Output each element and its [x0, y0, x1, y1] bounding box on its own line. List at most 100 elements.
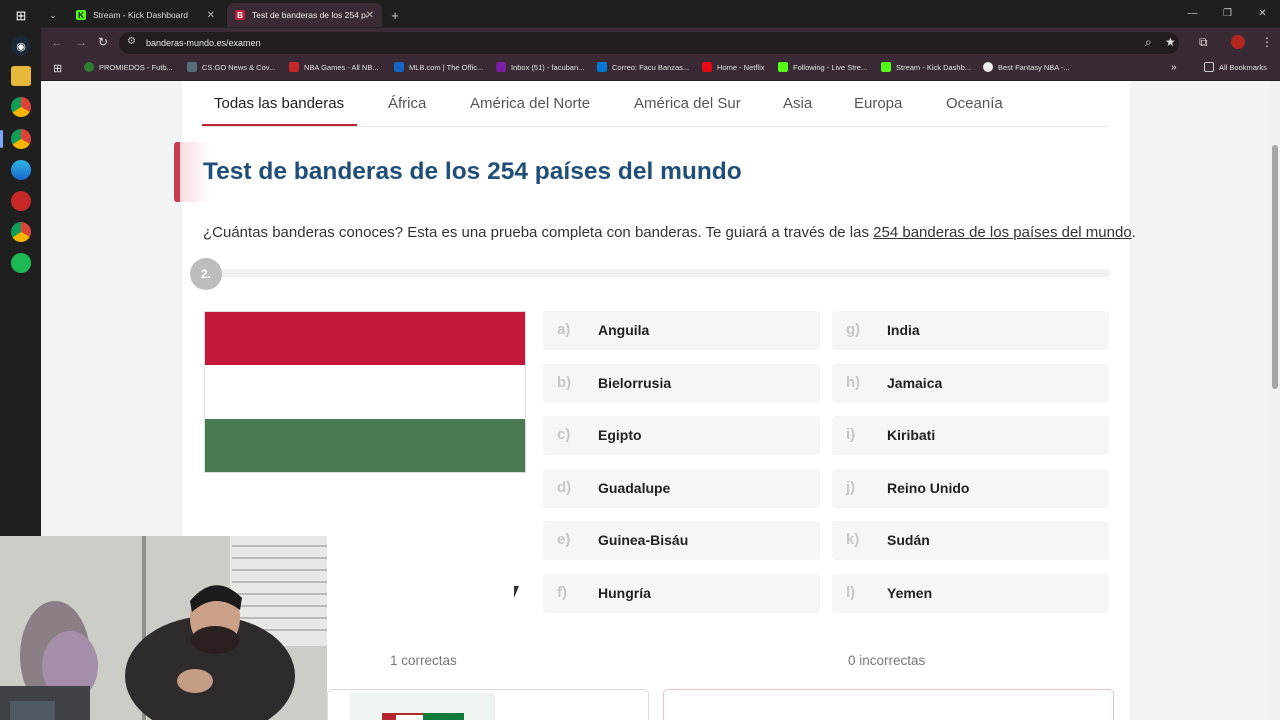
address-bar-row: ← → ↻ ⚙ banderas-mundo.es/examen ⌕ ★ ⧉ ⋮: [41, 28, 1280, 56]
option-letter: i): [846, 426, 856, 443]
tab-africa[interactable]: África: [388, 95, 426, 112]
active-app-indicator: [0, 130, 3, 148]
webcam-overlay: [0, 536, 327, 720]
new-tab-button[interactable]: +: [385, 3, 405, 27]
option-country-name: Guinea-Bisáu: [598, 532, 689, 548]
answer-option[interactable]: j) Reino Unido: [832, 468, 1109, 508]
edge-icon[interactable]: [11, 160, 31, 180]
tab-label: Test de banderas de los 254 pa: [252, 10, 367, 20]
tab-close-icon[interactable]: ✕: [366, 10, 374, 21]
all-bookmarks[interactable]: All Bookmarks: [1204, 62, 1267, 72]
omnibox[interactable]: ⚙ banderas-mundo.es/examen: [119, 32, 1179, 54]
option-letter: b): [557, 373, 572, 391]
file-explorer-icon[interactable]: [11, 66, 31, 86]
tab-america-del-norte[interactable]: América del Norte: [470, 95, 590, 112]
incorrect-answers-card: [663, 689, 1114, 720]
profile-avatar[interactable]: [1231, 35, 1245, 49]
page-scrollbar[interactable]: [1270, 81, 1280, 720]
answer-option[interactable]: d) Guadalupe: [543, 468, 820, 508]
option-letter: c): [557, 426, 571, 443]
answer-option[interactable]: a) Anguila: [543, 311, 820, 350]
tab-asia[interactable]: Asia: [783, 95, 812, 112]
option-country-name: Guadalupe: [598, 479, 671, 496]
bookmark-csgo[interactable]: CS:GO News & Cov...: [187, 62, 275, 72]
chrome-icon[interactable]: [11, 97, 31, 117]
spotify-icon[interactable]: [11, 253, 31, 273]
option-letter: l): [846, 583, 856, 601]
forward-icon[interactable]: →: [75, 35, 87, 49]
mini-flag-stripe: [382, 713, 396, 720]
bookmark-kick-dashboard[interactable]: Stream - Kick Dashb...: [881, 62, 971, 72]
chrome-active-icon[interactable]: [11, 129, 31, 149]
tab-label: Stream - Kick Dashboard: [93, 10, 188, 20]
kick-icon: [778, 62, 788, 72]
answer-option[interactable]: c) Egipto: [543, 416, 820, 455]
tab-banderas-test[interactable]: B Test de banderas de los 254 pa ✕: [227, 3, 382, 27]
tab-search-button[interactable]: ⌄: [45, 3, 61, 27]
active-tab-underline: [202, 124, 357, 126]
tab-close-icon[interactable]: ✕: [207, 10, 215, 21]
zoom-icon[interactable]: ⌕: [1145, 35, 1152, 50]
outlook-icon: [597, 62, 607, 72]
intro-paragraph: ¿Cuántas banderas conoces? Esta es una p…: [203, 224, 1136, 241]
reload-icon[interactable]: ↻: [98, 35, 108, 49]
answer-option[interactable]: h) Jamaica: [832, 363, 1109, 403]
option-letter: f): [557, 583, 567, 601]
option-letter: a): [557, 321, 571, 338]
intro-end: .: [1131, 224, 1136, 241]
bookmark-netflix[interactable]: Home - Netflix: [702, 62, 765, 72]
tab-kick-dashboard[interactable]: K Stream - Kick Dashboard ✕: [68, 3, 223, 27]
flag-stripe-top: [205, 312, 525, 366]
answer-option[interactable]: f) Hungría: [543, 573, 820, 613]
mini-flag-stripe: [395, 713, 423, 720]
answer-option[interactable]: b) Bielorrusia: [543, 363, 820, 403]
site-info-icon[interactable]: ⚙: [127, 36, 136, 47]
steam-icon[interactable]: ◉: [11, 36, 31, 56]
tab-europa[interactable]: Europa: [854, 95, 902, 112]
option-country-name: Sudán: [887, 532, 930, 548]
bookmark-fantasy-nba[interactable]: Best Fantasy NBA -...: [983, 62, 1070, 72]
answer-option[interactable]: g) India: [832, 311, 1109, 350]
menu-kebab-icon[interactable]: ⋮: [1261, 35, 1273, 49]
bookmark-mlb[interactable]: MLB.com | The Offic...: [394, 62, 483, 72]
more-bookmarks-icon[interactable]: »: [1171, 62, 1177, 73]
obs-icon[interactable]: [11, 191, 31, 211]
windows-start-icon[interactable]: ⊞: [11, 6, 31, 26]
countries-flags-link[interactable]: 254 banderas de los países del mundo: [873, 224, 1132, 241]
bookmark-correo[interactable]: Correo: Facu Banzas...: [597, 62, 689, 72]
restore-icon[interactable]: ❐: [1210, 8, 1245, 19]
answer-option[interactable]: i) Kiribati: [832, 416, 1109, 455]
option-letter: j): [846, 478, 856, 496]
fantasy-icon: [983, 62, 993, 72]
chrome-profile-icon[interactable]: [11, 222, 31, 242]
bookmark-kick-following[interactable]: Following - Live Stre...: [778, 62, 867, 72]
bookmark-star-icon[interactable]: ★: [1165, 35, 1176, 49]
bookmark-promiedos[interactable]: PROMIEDOS - Futb...: [84, 62, 173, 72]
webcam-image: [0, 536, 327, 720]
apps-grid-icon[interactable]: ⊞: [53, 62, 62, 75]
tab-todas-las-banderas[interactable]: Todas las banderas: [214, 95, 344, 112]
tab-america-del-sur[interactable]: América del Sur: [634, 95, 741, 112]
category-tabs: Todas las banderas África América del No…: [202, 81, 1109, 127]
bookmark-inbox[interactable]: Inbox (51) - facuban...: [496, 62, 584, 72]
close-window-icon[interactable]: ✕: [1245, 8, 1280, 19]
answer-option[interactable]: l) Yemen: [832, 573, 1109, 613]
extensions-icon[interactable]: ⧉: [1199, 35, 1208, 50]
minimize-icon[interactable]: —: [1175, 8, 1210, 19]
option-country-name: Yemen: [887, 584, 933, 601]
option-country-name: Egipto: [598, 427, 642, 443]
option-letter: k): [846, 531, 860, 548]
option-country-name: Anguila: [598, 322, 650, 338]
answer-option[interactable]: e) Guinea-Bisáu: [543, 521, 820, 560]
option-country-name: Bielorrusia: [598, 374, 672, 391]
answer-option[interactable]: k) Sudán: [832, 521, 1109, 560]
option-country-name: Hungría: [598, 584, 651, 601]
kick-favicon-icon: K: [76, 10, 86, 20]
option-country-name: Kiribati: [887, 427, 936, 443]
mini-flag-stripe: [423, 713, 464, 720]
bookmark-nba[interactable]: NBA Games - All NB...: [289, 62, 379, 72]
scrollbar-thumb[interactable]: [1272, 145, 1278, 389]
tab-oceania[interactable]: Oceanía: [946, 95, 1003, 112]
back-icon[interactable]: ←: [51, 35, 63, 49]
mlb-icon: [394, 62, 404, 72]
